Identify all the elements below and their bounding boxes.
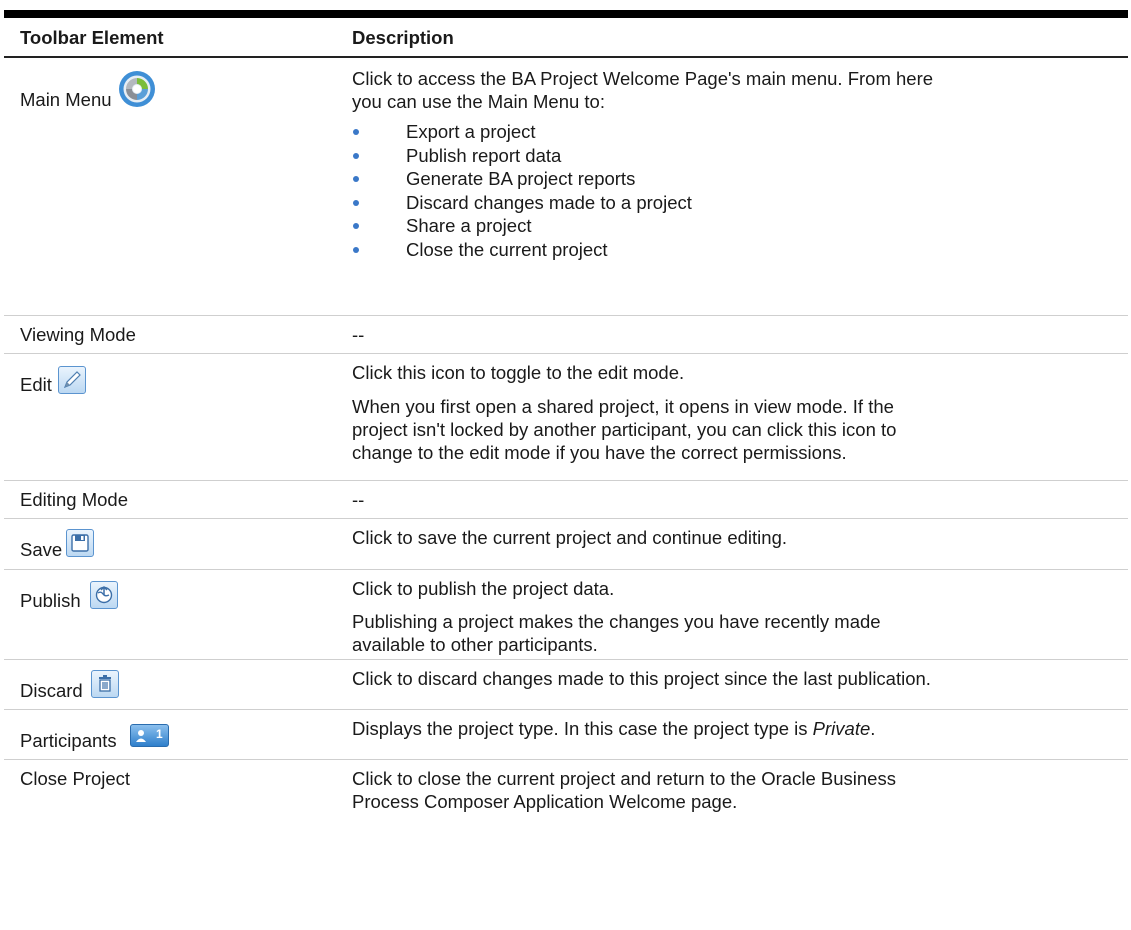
- element-label: Discard: [20, 680, 83, 701]
- element-label: Viewing Mode: [20, 324, 136, 345]
- description-line: Click this icon to toggle to the edit mo…: [352, 362, 685, 383]
- description-cell: --: [352, 489, 365, 510]
- main-menu-icon: [118, 70, 156, 108]
- participants-icon: 1: [130, 724, 169, 747]
- column-header-toolbar-element: Toolbar Element: [20, 27, 164, 48]
- description-line: Click to access the BA Project Welcome P…: [352, 68, 934, 89]
- description-cell: Displays the project type. In this case …: [352, 718, 876, 739]
- element-label: Participants: [20, 730, 117, 751]
- element-cell: Save: [20, 529, 94, 561]
- description-line: Click to publish the project data.: [352, 578, 615, 599]
- bullet-list: Export a project Publish report data Gen…: [352, 120, 1112, 261]
- table-row-publish: Publish Click to publish the project dat…: [4, 570, 1128, 660]
- table-row-participants: Participants 1 Displays the project type…: [4, 710, 1128, 760]
- table-header-row: Toolbar Element Description: [4, 18, 1128, 58]
- bullet-icon: [353, 176, 359, 182]
- list-item: Publish report data: [352, 144, 1112, 168]
- description-line: you can use the Main Menu to:: [352, 91, 605, 112]
- element-label: Editing Mode: [20, 489, 128, 510]
- description-line: When you first open a shared project, it…: [352, 396, 894, 417]
- description-cell: Click to publish the project data. Publi…: [352, 577, 1112, 656]
- table-row-close-project: Close Project Click to close the current…: [4, 760, 1128, 820]
- element-label: Close Project: [20, 768, 131, 789]
- element-label: Main Menu: [20, 89, 112, 110]
- description-cell: Click this icon to toggle to the edit mo…: [352, 361, 1112, 464]
- description-line: project isn't locked by another particip…: [352, 419, 897, 440]
- element-cell: Discard: [20, 670, 119, 702]
- bullet-icon: [353, 223, 359, 229]
- table-row-edit: Edit Click this icon to toggle to the ed…: [4, 354, 1128, 481]
- table-row-main-menu: Main Menu Click to access the BA Project…: [4, 58, 1128, 316]
- floppy-disk-icon: [66, 529, 94, 557]
- table-row-viewing-mode: Viewing Mode --: [4, 316, 1128, 354]
- description-cell: --: [352, 324, 365, 345]
- description-line: Process Composer Application Welcome pag…: [352, 791, 738, 812]
- element-cell: Publish: [20, 581, 118, 612]
- column-header-description: Description: [352, 27, 454, 48]
- publish-globe-icon: [90, 581, 118, 609]
- bullet-icon: [353, 129, 359, 135]
- table-row-discard: Discard Click to discard changes made to…: [4, 660, 1128, 710]
- description-line: change to the edit mode if you have the …: [352, 442, 847, 463]
- element-cell: Main Menu: [20, 71, 155, 111]
- table-top-rule: [4, 10, 1128, 18]
- element-cell: Edit: [20, 366, 86, 396]
- element-label: Edit: [20, 374, 52, 395]
- bullet-icon: [353, 152, 359, 159]
- description-cell: Click to close the current project and r…: [352, 767, 1112, 813]
- description-line: available to other participants.: [352, 634, 598, 655]
- element-cell: Participants 1: [20, 724, 169, 752]
- description-line: Click to close the current project and r…: [352, 768, 896, 789]
- pencil-icon: [58, 366, 86, 394]
- list-item: Share a project: [352, 214, 1112, 238]
- element-label: Publish: [20, 590, 81, 611]
- participant-count-badge: 1: [156, 727, 163, 741]
- table-row-editing-mode: Editing Mode --: [4, 481, 1128, 519]
- list-item: Generate BA project reports: [352, 167, 1112, 191]
- description-cell: Click to access the BA Project Welcome P…: [352, 67, 1112, 261]
- toolbar-elements-table: Toolbar Element Description Main Menu Cl…: [4, 10, 1128, 820]
- description-cell: Click to discard changes made to this pr…: [352, 668, 931, 689]
- list-item: Close the current project: [352, 238, 1112, 262]
- element-label: Save: [20, 539, 63, 560]
- bullet-icon: [353, 246, 359, 253]
- bullet-icon: [353, 199, 359, 206]
- project-type-value: Private: [812, 718, 871, 739]
- description-line: Publishing a project makes the changes y…: [352, 611, 881, 632]
- description-cell: Click to save the current project and co…: [352, 527, 787, 548]
- list-item: Discard changes made to a project: [352, 191, 1112, 215]
- list-item: Export a project: [352, 120, 1112, 144]
- table-row-save: Save Click to save the current project a…: [4, 519, 1128, 570]
- trash-icon: [91, 670, 119, 698]
